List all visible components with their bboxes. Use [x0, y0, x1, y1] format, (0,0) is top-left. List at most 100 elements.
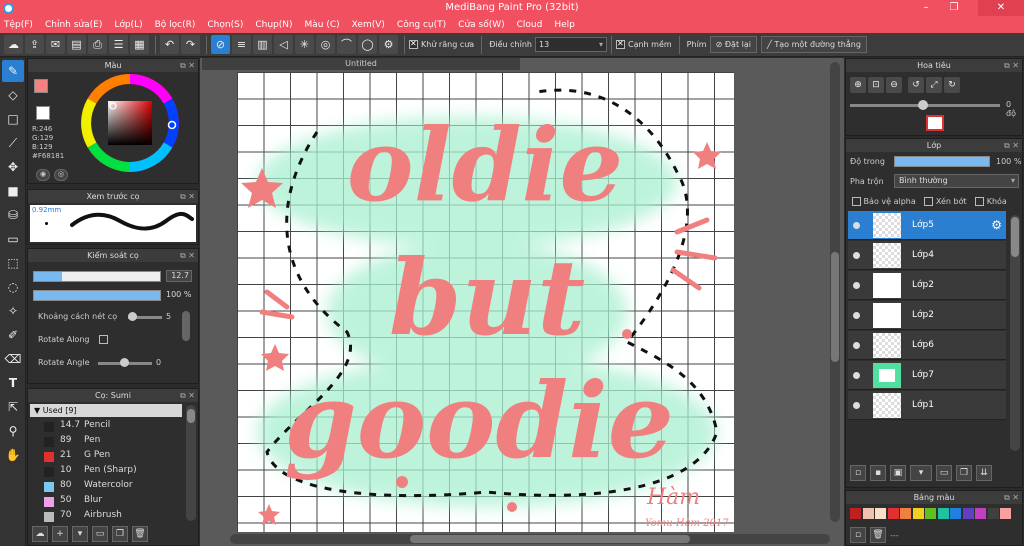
eye-icon[interactable]: [853, 342, 860, 349]
folder-icon[interactable]: ▭: [936, 465, 952, 481]
print-icon[interactable]: ⎙: [88, 35, 107, 54]
menu-tools[interactable]: Công cụ(T): [397, 20, 446, 30]
palette-swatch[interactable]: [875, 508, 886, 519]
layer-row[interactable]: Lớp5 ⚙: [848, 211, 1006, 240]
dot-tool-icon[interactable]: ⟋: [2, 132, 24, 154]
palette-swatch[interactable]: [912, 508, 924, 519]
radial-snap-icon[interactable]: ✳: [295, 35, 314, 54]
layer-opacity-slider[interactable]: [894, 156, 990, 167]
brush-item[interactable]: 14.7 Pencil: [32, 419, 184, 434]
minimize-icon[interactable]: –: [912, 0, 940, 16]
magic-wand-tool-icon[interactable]: ✧: [2, 300, 24, 322]
palette-swatch[interactable]: [862, 508, 874, 519]
color-wheel[interactable]: [74, 73, 186, 173]
brush-size-slider[interactable]: [33, 271, 161, 282]
antialias-checkbox[interactable]: [409, 39, 418, 49]
protect-alpha-checkbox[interactable]: [852, 197, 861, 206]
panel-options-icon[interactable]: ⧉ ✕: [1004, 59, 1019, 72]
brush-control-scrollbar[interactable]: [182, 311, 190, 341]
list-icon[interactable]: ☰: [109, 35, 128, 54]
delete-color-icon[interactable]: 🗑: [870, 527, 886, 543]
drawing-canvas[interactable]: oldie but goodie Hàm Yomu Hàm 2017: [237, 72, 734, 532]
share-icon[interactable]: ⇪: [25, 35, 44, 54]
eye-icon[interactable]: [853, 372, 860, 379]
merge-layer-icon[interactable]: ⇊: [976, 465, 992, 481]
new-8bit-layer-icon[interactable]: ▣: [890, 465, 906, 481]
brush-item[interactable]: 89 Pen: [32, 434, 184, 449]
color-history-icon[interactable]: ◎: [54, 169, 68, 181]
menu-view[interactable]: Xem(V): [352, 20, 385, 30]
menu-edit[interactable]: Chỉnh sửa(E): [45, 20, 102, 30]
layer-row[interactable]: Lớp1: [848, 391, 1006, 420]
select-eraser-tool-icon[interactable]: ⌫: [2, 348, 24, 370]
layer-row[interactable]: Lớp2: [848, 271, 1006, 300]
brush-item[interactable]: 21 G Pen: [32, 449, 184, 464]
adjust-dropdown[interactable]: 13 ▾: [534, 37, 607, 52]
cloud-brush-icon[interactable]: ☁: [32, 526, 48, 542]
cloud-icon[interactable]: ☁: [4, 35, 23, 54]
eraser-tool-icon[interactable]: ◇: [2, 84, 24, 106]
brush-group-header[interactable]: ▼ Used [9]: [30, 404, 182, 417]
menu-help[interactable]: Help: [554, 20, 575, 30]
cross-snap-icon[interactable]: ▥: [253, 35, 272, 54]
brush-item[interactable]: 80 Watercolor: [32, 479, 184, 494]
primary-color-swatch[interactable]: [34, 79, 48, 93]
brush-size-value[interactable]: 12.7: [166, 270, 192, 282]
eye-icon[interactable]: [853, 402, 860, 409]
clipping-checkbox[interactable]: [924, 197, 934, 206]
menu-layer[interactable]: Lớp(L): [114, 20, 142, 30]
menu-window[interactable]: Cửa số(W): [458, 20, 504, 30]
canvas-horizontal-scrollbar[interactable]: [230, 534, 830, 544]
layer-row[interactable]: Lớp7: [848, 361, 1006, 390]
panel-options-icon[interactable]: ⧉ ✕: [1004, 491, 1019, 504]
transparent-color-swatch[interactable]: [36, 106, 50, 120]
palette-swatch[interactable]: [900, 508, 911, 519]
eye-icon[interactable]: [853, 252, 860, 259]
canvas-area[interactable]: Untitled oldie but goodie Hàm Yomu Hàm 2…: [200, 58, 844, 546]
curve-snap-icon[interactable]: ⌒: [337, 35, 356, 54]
rotate-right-icon[interactable]: ↻: [944, 77, 960, 93]
rectangle-tool-icon[interactable]: □: [2, 108, 24, 130]
panel-options-icon[interactable]: ⧉ ✕: [180, 249, 195, 262]
fit-icon[interactable]: ⊡: [868, 77, 884, 93]
copy-brush-icon[interactable]: ❐: [112, 526, 128, 542]
redo-icon[interactable]: ↷: [181, 35, 200, 54]
parallel-snap-icon[interactable]: ≡: [232, 35, 251, 54]
eye-icon[interactable]: [853, 222, 860, 229]
zoom-out-icon[interactable]: ⊖: [886, 77, 902, 93]
reset-rotate-icon[interactable]: ⤢: [926, 77, 942, 93]
menu-snap[interactable]: Chụp(N): [255, 20, 292, 30]
rotate-along-checkbox[interactable]: [99, 335, 108, 344]
brush-opacity-slider[interactable]: [33, 290, 161, 301]
select-tool-icon[interactable]: ⬚: [2, 252, 24, 274]
select-pen-tool-icon[interactable]: ✐: [2, 324, 24, 346]
add-brush-icon[interactable]: +: [52, 526, 68, 542]
brush-menu-icon[interactable]: ▾: [72, 526, 88, 542]
lock-checkbox[interactable]: [975, 197, 985, 206]
restore-icon[interactable]: ❐: [940, 0, 968, 16]
layer-list-scrollbar[interactable]: [1010, 215, 1020, 451]
hand-tool-icon[interactable]: ✋: [2, 444, 24, 466]
layer-scroll-thumb[interactable]: [1011, 217, 1019, 257]
brush-item[interactable]: 50 Blur: [32, 494, 184, 509]
palette-swatch[interactable]: [1000, 508, 1011, 519]
rotate-left-icon[interactable]: ↺: [908, 77, 924, 93]
brush-tool-icon[interactable]: ✎: [2, 60, 24, 82]
menu-filter[interactable]: Bộ lọc(R): [155, 20, 196, 30]
fill-rect-tool-icon[interactable]: ■: [2, 180, 24, 202]
palette-swatch[interactable]: [950, 508, 961, 519]
palette-swatch[interactable]: [962, 508, 974, 519]
document-tab[interactable]: Untitled: [202, 58, 520, 70]
panel-options-icon[interactable]: ⧉ ✕: [180, 389, 195, 402]
eye-icon[interactable]: [853, 282, 860, 289]
ellipse-snap-icon[interactable]: ◯: [358, 35, 377, 54]
blend-mode-dropdown[interactable]: Bình thường ▾: [894, 174, 1019, 188]
circle-snap-icon[interactable]: ◎: [316, 35, 335, 54]
lasso-tool-icon[interactable]: ◌: [2, 276, 24, 298]
navigator-thumbnail[interactable]: [926, 115, 944, 131]
snap-settings-icon[interactable]: ⚙: [379, 35, 398, 54]
soft-edge-checkbox[interactable]: [615, 39, 625, 49]
gradient-tool-icon[interactable]: ▭: [2, 228, 24, 250]
palette-swatch[interactable]: [850, 508, 861, 519]
palette-swatch[interactable]: [887, 508, 899, 519]
